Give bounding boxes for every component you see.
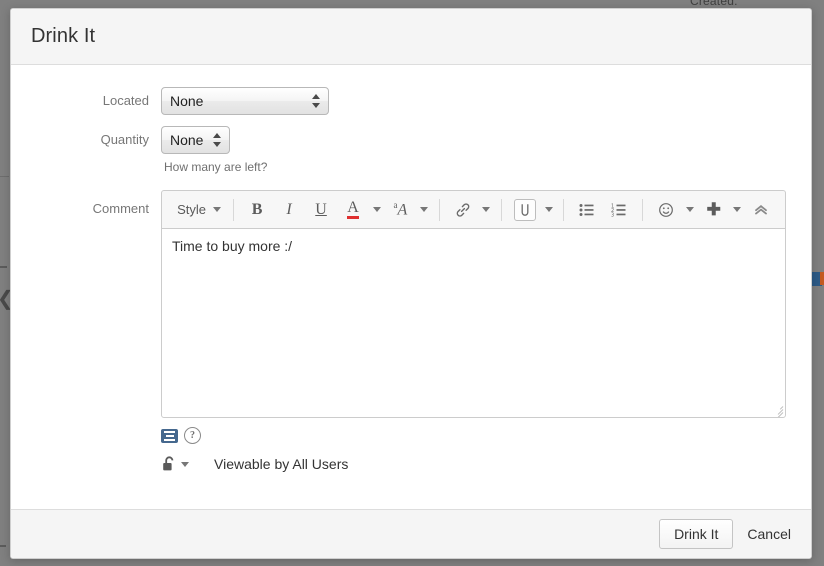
comment-label: Comment — [92, 201, 149, 216]
toolbar-separator — [642, 198, 644, 221]
text-effects-label: aA — [393, 199, 408, 219]
numbered-list-button[interactable]: 123 — [603, 197, 635, 223]
editor-footer-controls: ? Viewable by All Users — [161, 427, 811, 473]
form-row-located: Located None — [11, 87, 811, 115]
dialog-footer: Drink It Cancel — [11, 509, 811, 558]
background-left-marker — [0, 266, 7, 268]
visibility-row: Viewable by All Users — [161, 455, 811, 473]
quantity-hint: How many are left? — [164, 160, 268, 174]
select-arrows-icon — [312, 93, 321, 109]
visibility-chevron-down-icon[interactable] — [181, 461, 189, 467]
font-color-label: A — [347, 200, 359, 219]
drink-it-dialog: Drink It Located None Quantity None How … — [10, 8, 812, 559]
unlock-icon[interactable] — [161, 455, 178, 473]
numbered-list-icon: 123 — [611, 203, 627, 217]
chevron-down-icon — [686, 207, 695, 212]
chevron-down-icon — [733, 207, 742, 212]
quantity-field: None How many are left? — [161, 126, 811, 174]
comment-field: Style B I U A aA 1 2 3 ✚ Time to buy mor… — [161, 190, 811, 473]
resize-handle[interactable] — [771, 403, 784, 417]
chevron-down-icon — [544, 207, 553, 212]
double-chevron-up-icon — [753, 203, 769, 217]
dialog-title: Drink It — [31, 25, 96, 47]
dialog-body: Located None Quantity None How many are … — [11, 65, 811, 509]
toolbar-separator — [501, 198, 503, 221]
located-select[interactable]: None — [161, 87, 329, 115]
insert-dropdown[interactable] — [730, 197, 745, 223]
attach-button[interactable] — [509, 197, 541, 223]
select-arrows-icon — [213, 132, 222, 148]
comment-editor-area[interactable]: Time to buy more :/ — [161, 228, 786, 418]
dialog-header: Drink It — [11, 9, 811, 65]
collapse-toolbar-button[interactable] — [745, 197, 777, 223]
toolbar-separator — [233, 198, 235, 221]
emoji-dropdown[interactable] — [682, 197, 697, 223]
background-left-marker-2 — [0, 545, 6, 547]
paperclip-icon — [514, 198, 537, 221]
underline-button[interactable]: U — [305, 197, 337, 223]
help-question-icon[interactable]: ? — [184, 427, 201, 444]
editor-mode-row: ? — [161, 427, 811, 444]
rich-text-editor: Style B I U A aA 1 2 3 ✚ Time to buy mor… — [161, 190, 786, 418]
quantity-label: Quantity — [100, 132, 149, 147]
svg-text:3: 3 — [611, 212, 614, 217]
italic-button[interactable]: I — [273, 197, 305, 223]
plus-icon: ✚ — [706, 199, 721, 219]
located-field: None — [161, 87, 811, 115]
link-button[interactable] — [447, 197, 479, 223]
style-dropdown-button[interactable]: Style — [170, 197, 226, 223]
text-effects-button[interactable]: aA — [384, 197, 416, 223]
form-row-comment: Comment Style B I U A aA 1 2 3 ✚ Time to… — [11, 190, 811, 473]
font-color-button[interactable]: A — [337, 197, 369, 223]
chevron-down-icon — [372, 207, 381, 212]
comment-editor-text: Time to buy more :/ — [172, 238, 293, 254]
link-dropdown[interactable] — [479, 197, 494, 223]
quantity-select-value: None — [170, 132, 204, 148]
chevron-down-icon — [482, 207, 491, 212]
bold-label: B — [251, 200, 263, 218]
drink-it-submit-button[interactable]: Drink It — [659, 519, 734, 549]
insert-button[interactable]: ✚ — [698, 197, 730, 223]
font-color-dropdown[interactable] — [369, 197, 384, 223]
link-icon — [455, 202, 471, 218]
background-right-fragment-2 — [820, 272, 824, 285]
chevron-left-icon[interactable]: ❮ — [0, 288, 14, 310]
background-left-divider — [0, 176, 9, 177]
bullet-list-button[interactable] — [571, 197, 603, 223]
form-row-quantity: Quantity None How many are left? — [11, 126, 811, 174]
quantity-select[interactable]: None — [161, 126, 231, 154]
underline-label: U — [315, 200, 327, 218]
attach-dropdown[interactable] — [541, 197, 556, 223]
located-select-value: None — [170, 93, 204, 109]
emoji-button[interactable] — [650, 197, 682, 223]
located-label: Located — [102, 93, 149, 108]
cancel-button[interactable]: Cancel — [747, 526, 791, 542]
toolbar-separator — [563, 198, 565, 221]
style-dropdown-label: Style — [177, 202, 206, 217]
chevron-down-icon — [212, 207, 221, 212]
editor-toolbar: Style B I U A aA 1 2 3 ✚ — [161, 190, 786, 228]
background-created-label: Created: — [690, 0, 738, 8]
bullet-list-icon — [579, 203, 595, 217]
smiley-icon — [658, 202, 674, 218]
markup-source-icon[interactable] — [161, 428, 178, 443]
toolbar-separator — [438, 198, 440, 221]
italic-label: I — [286, 200, 292, 218]
chevron-down-icon — [420, 207, 429, 212]
visibility-label: Viewable by All Users — [214, 456, 349, 472]
text-effects-dropdown[interactable] — [416, 197, 431, 223]
bold-button[interactable]: B — [241, 197, 273, 223]
